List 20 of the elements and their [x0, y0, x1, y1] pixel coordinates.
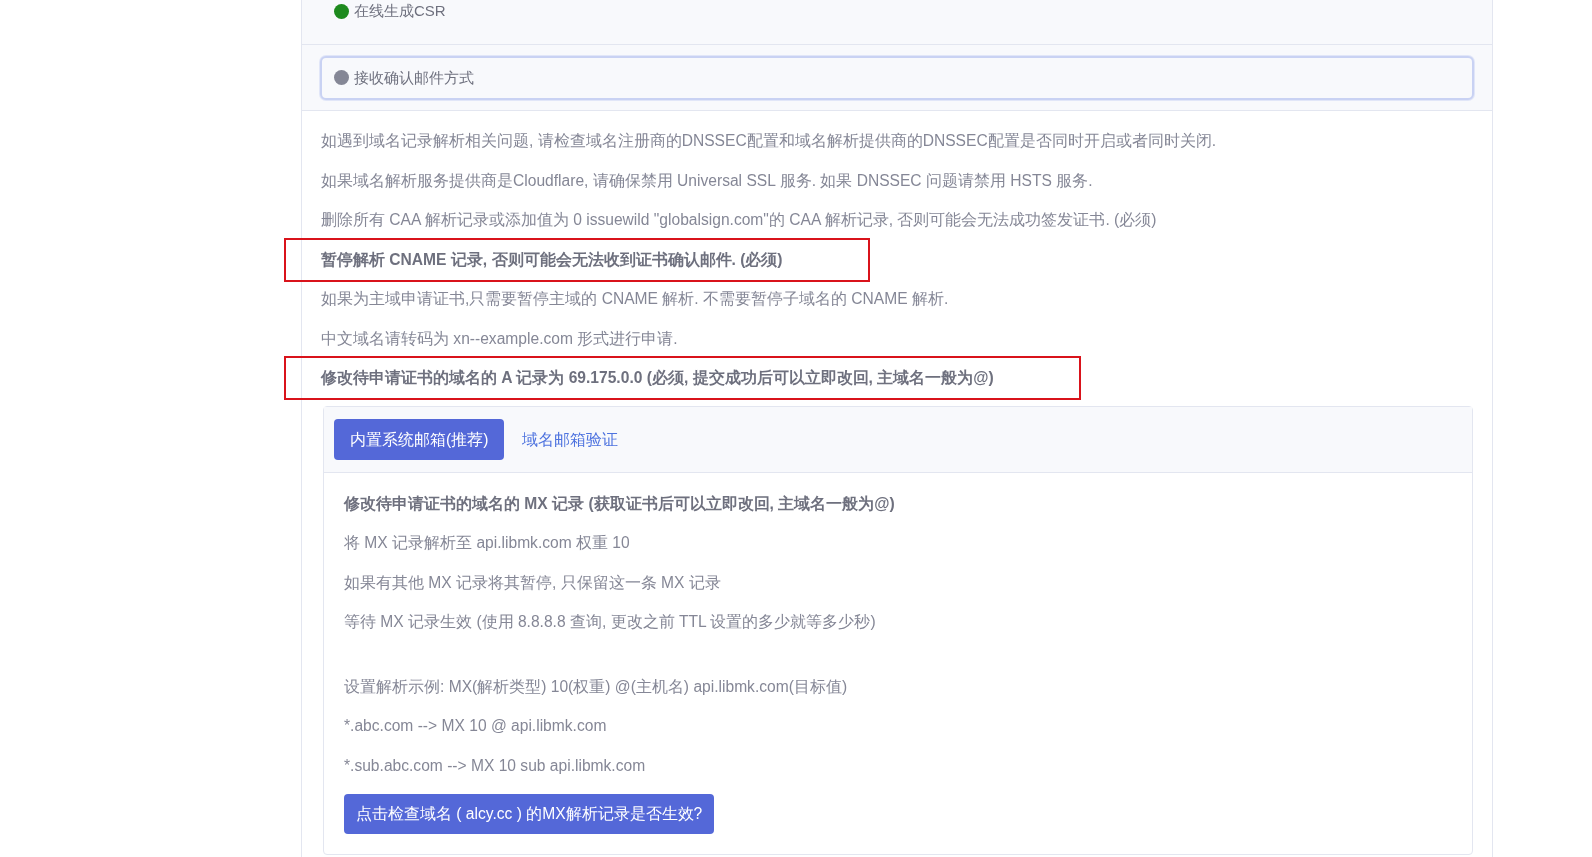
instruction-text: *.abc.com --> MX 10 @ api.libmk.com [344, 716, 608, 737]
instruction-text: 设置解析示例: MX(解析类型) 10(权重) @(主机名) api.libmk.com(目标值) [344, 676, 849, 697]
note-text: 删除所有 CAA 解析记录或添加值为 0 issuewild "globalsign.com"的 CAA 解析记录, 否则可能会无法成功签发证书. (必须) [321, 210, 1157, 230]
highlighted-note: 暂停解析 CNAME 记录, 否则可能会无法收到证书确认邮件. (必须) [286, 239, 868, 280]
note-text: 如遇到域名记录解析相关问题, 请检查域名注册商的DNSSEC配置和域名解析提供商的DNSSEC配置是否同时开启或者同时关闭. [321, 131, 1216, 151]
note-text: 中文域名请转码为 xn--example.com 形式进行申请. [321, 328, 678, 349]
note-text: 如果域名解析服务提供商是Cloudflare, 请确保禁用 Universal SSL 服务. 如果 DNSSEC 问题请禁用 HSTS 服务. [321, 170, 1093, 191]
instruction-text: 等待 MX 记录生效 (使用 8.8.8.8 查询, 更改之前 TTL 设置的多少就等多少秒) [344, 612, 877, 633]
instruction-text: *.sub.abc.com --> MX 10 sub api.libmk.com [344, 755, 647, 776]
highlighted-note: 修改待申请证书的域名的 A 记录为 69.175.0.0 (必须, 提交成功后可以立即改回, 主域名一般为@) [286, 358, 1079, 398]
step-header[interactable]: 接收确认邮件方式 [320, 55, 1474, 100]
tab[interactable]: 内置系统邮箱(推荐) [334, 418, 505, 460]
instruction-text: 如果有其他 MX 记录将其暂停, 只保留这一条 MX 记录 [344, 572, 722, 593]
step-label[interactable]: 在线生成CSR [354, 0, 446, 23]
panel-heading: 修改待申请证书的域名的 MX 记录 (获取证书后可以立即改回, 主域名一般为@) [344, 493, 896, 514]
step-label[interactable]: 接收确认邮件方式 [354, 66, 474, 89]
instruction-text: 将 MX 记录解析至 api.libmk.com 权重 10 [344, 533, 631, 554]
tab[interactable]: 域名邮箱验证 [506, 418, 635, 460]
note-text: 如果为主域申请证书,只需要暂停主域的 CNAME 解析. 不需要暂停子域名的 CNAME 解析. [321, 289, 949, 309]
check-mx-button[interactable]: 点击检查域名 ( alcy.cc ) 的MX解析记录是否生效? [344, 794, 715, 834]
